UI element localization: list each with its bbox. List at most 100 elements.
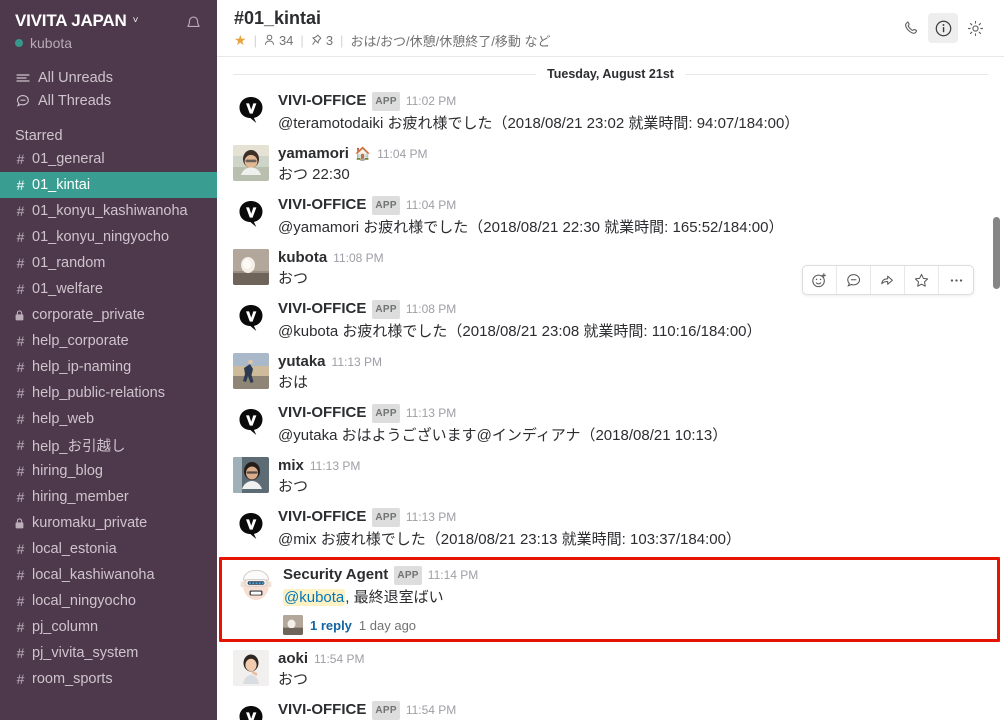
thread-reply-count[interactable]: 1 reply (310, 618, 352, 633)
sidebar-item-corporate_private[interactable]: corporate_private (0, 302, 217, 328)
slack-window: VIVITA JAPAN ˅ kubota All Unreads All Th… (0, 0, 1004, 720)
message-timestamp[interactable]: 11:04 PM (377, 145, 427, 163)
sidebar-item-label: local_kashiwanoha (32, 567, 155, 583)
message: aoki 11:54 PM おつ (217, 644, 1004, 695)
pins-group[interactable]: 3 (311, 33, 333, 48)
message-username[interactable]: VIVI-OFFICE (278, 701, 366, 719)
divider-line-right (684, 73, 989, 75)
current-user[interactable]: kubota (15, 35, 138, 51)
more-actions-button[interactable] (939, 266, 973, 294)
avatar[interactable] (233, 701, 269, 720)
channel-topic[interactable]: おは/おつ/休憩/休憩終了/移動 など (350, 31, 550, 50)
message-username[interactable]: VIVI-OFFICE (278, 196, 366, 214)
message-username[interactable]: VIVI-OFFICE (278, 300, 366, 318)
avatar[interactable] (233, 353, 269, 389)
info-icon (935, 20, 951, 36)
sidebar-item-local_estonia[interactable]: # local_estonia (0, 536, 217, 562)
message-list[interactable]: Tuesday, August 21st VIVI-OFFICE APP 11:02… (217, 57, 1004, 720)
message-text: おつ (278, 478, 309, 495)
sidebar-item-01_konyu_kashiwanoha[interactable]: #01_konyu_kashiwanoha (0, 198, 217, 224)
channel-info-button[interactable] (928, 13, 958, 43)
user-mention[interactable]: @kubota (283, 589, 346, 606)
sidebar-item-all-unreads[interactable]: All Unreads (15, 66, 217, 89)
message-username[interactable]: VIVI-OFFICE (278, 404, 366, 422)
reply-in-thread-button[interactable] (837, 266, 871, 294)
message-username[interactable]: VIVI-OFFICE (278, 508, 366, 526)
date-divider-label: Tuesday, August 21st (547, 67, 674, 81)
message-timestamp[interactable]: 11:08 PM (406, 300, 456, 318)
avatar[interactable] (233, 196, 269, 232)
sidebar-item-hiring_member[interactable]: # hiring_member (0, 484, 217, 510)
message-timestamp[interactable]: 11:04 PM (406, 196, 456, 214)
workspace-header[interactable]: VIVITA JAPAN ˅ kubota (0, 0, 217, 51)
sidebar-item-help_web[interactable]: # help_web (0, 406, 217, 432)
message-username[interactable]: aoki (278, 650, 308, 668)
sidebar: VIVITA JAPAN ˅ kubota All Unreads All Th… (0, 0, 217, 720)
message-text: おつ (278, 671, 309, 688)
app-badge: APP (372, 701, 400, 720)
share-message-button[interactable] (871, 266, 905, 294)
sidebar-item-label: 01_general (32, 151, 105, 167)
avatar[interactable] (233, 300, 269, 336)
settings-button[interactable] (960, 13, 990, 43)
avatar[interactable] (233, 457, 269, 493)
sidebar-item-hiring_blog[interactable]: # hiring_blog (0, 458, 217, 484)
avatar[interactable] (233, 249, 269, 285)
sidebar-item-pj_column[interactable]: # pj_column (0, 614, 217, 640)
avatar[interactable] (233, 508, 269, 544)
sidebar-item-01_general[interactable]: #01_general (0, 146, 217, 172)
message-username[interactable]: Security Agent (283, 566, 388, 584)
message-timestamp[interactable]: 11:13 PM (406, 404, 456, 422)
sidebar-item-help_public-relations[interactable]: # help_public-relations (0, 380, 217, 406)
message-body: mix 11:13 PM おつ (278, 457, 988, 498)
message-username[interactable]: yamamori (278, 145, 349, 163)
message-text: @kubota お疲れ様でした（2018/08/21 23:08 就業時間: 1… (278, 323, 762, 340)
sidebar-item-help_お引越し[interactable]: # help_お引越し (0, 432, 217, 458)
message-username[interactable]: yutaka (278, 353, 326, 371)
star-message-button[interactable] (905, 266, 939, 294)
sidebar-item-01_welfare[interactable]: #01_welfare (0, 276, 217, 302)
message-timestamp[interactable]: 11:02 PM (406, 92, 456, 110)
message-timestamp[interactable]: 11:54 PM (406, 701, 456, 719)
avatar[interactable] (233, 145, 269, 181)
sidebar-item-pj_vivita_system[interactable]: # pj_vivita_system (0, 640, 217, 666)
sidebar-item-local_kashiwanoha[interactable]: # local_kashiwanoha (0, 562, 217, 588)
add-reaction-button[interactable] (803, 266, 837, 294)
message-username[interactable]: kubota (278, 249, 327, 267)
message-text: おつ 22:30 (278, 166, 350, 183)
workspace-name: VIVITA JAPAN (15, 11, 127, 30)
sidebar-item-label: 01_kintai (32, 177, 91, 193)
sidebar-item-kuromaku_private[interactable]: kuromaku_private (0, 510, 217, 536)
message-text-rest: , 最終退室ばい (345, 589, 444, 606)
sidebar-item-help_ip-naming[interactable]: # help_ip-naming (0, 354, 217, 380)
thread-summary[interactable]: 1 reply 1 day ago (283, 615, 981, 635)
sidebar-item-01_kintai[interactable]: #01_kintai (0, 172, 217, 198)
message-timestamp[interactable]: 11:13 PM (310, 457, 360, 475)
sidebar-item-all-threads[interactable]: All Threads (15, 89, 217, 112)
message-timestamp[interactable]: 11:54 PM (314, 650, 364, 668)
sidebar-item-01_konyu_ningyocho[interactable]: #01_konyu_ningyocho (0, 224, 217, 250)
sidebar-item-local_ningyocho[interactable]: # local_ningyocho (0, 588, 217, 614)
message: VIVI-OFFICE APP 11:04 PM @yamamori お疲れ様でした（… (217, 190, 1004, 243)
message-timestamp[interactable]: 11:14 PM (428, 566, 478, 584)
sidebar-item-help_corporate[interactable]: # help_corporate (0, 328, 217, 354)
message-timestamp[interactable]: 11:08 PM (333, 249, 383, 267)
call-button[interactable] (896, 13, 926, 43)
star-icon[interactable]: ★ (234, 32, 247, 49)
message-hover-toolbar[interactable] (802, 265, 974, 295)
notifications-bell-button[interactable] (181, 11, 205, 37)
message-username[interactable]: VIVI-OFFICE (278, 92, 366, 110)
message-scrollbar[interactable] (993, 217, 1000, 289)
message-timestamp[interactable]: 11:13 PM (332, 353, 382, 371)
avatar[interactable] (233, 650, 269, 686)
message-timestamp[interactable]: 11:13 PM (406, 508, 456, 526)
message-username[interactable]: mix (278, 457, 304, 475)
sidebar-item-01_random[interactable]: #01_random (0, 250, 217, 276)
avatar[interactable] (233, 404, 269, 440)
avatar[interactable] (238, 566, 274, 602)
avatar[interactable] (233, 92, 269, 128)
members-group[interactable]: 34 (264, 33, 293, 48)
sidebar-item-room_sports[interactable]: # room_sports (0, 666, 217, 692)
workspace-title-row[interactable]: VIVITA JAPAN ˅ (15, 11, 138, 31)
channel-list: #01_general #01_kintai #01_konyu_kashiwano… (0, 146, 217, 692)
